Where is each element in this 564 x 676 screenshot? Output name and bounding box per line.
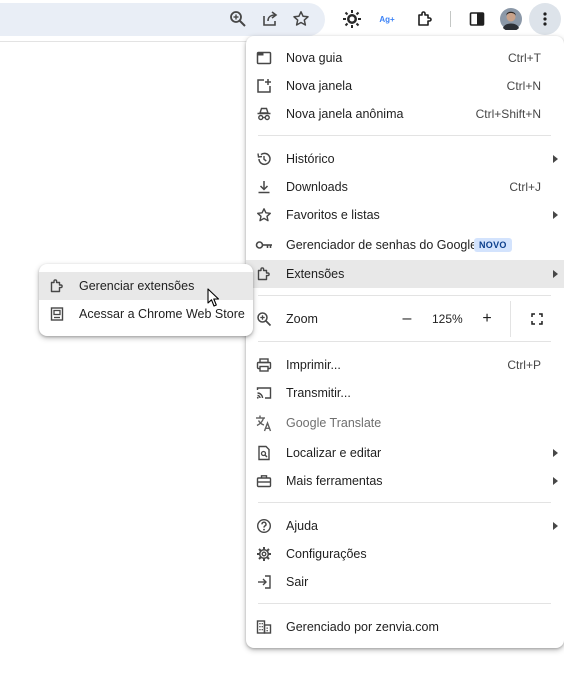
menu-label: Ajuda bbox=[286, 519, 318, 533]
menu-item-print[interactable]: Imprimir... Ctrl+P bbox=[246, 351, 564, 379]
find-in-page-icon bbox=[255, 444, 273, 462]
submenu-arrow-icon bbox=[553, 155, 558, 163]
menu-item-downloads[interactable]: Downloads Ctrl+J bbox=[246, 173, 564, 201]
menu-item-new-window[interactable]: Nova janela Ctrl+N bbox=[246, 72, 564, 100]
menu-item-more-tools[interactable]: Mais ferramentas bbox=[246, 467, 564, 495]
menu-shortcut: Ctrl+Shift+N bbox=[475, 107, 541, 121]
menu-label: Extensões bbox=[286, 267, 345, 281]
submenu-arrow-icon bbox=[553, 477, 558, 485]
new-badge: NOVO bbox=[474, 238, 512, 252]
menu-label: Sair bbox=[286, 575, 309, 589]
menu-label: Configurações bbox=[286, 547, 367, 561]
menu-shortcut: Ctrl+J bbox=[509, 180, 541, 194]
bookmark-star-icon[interactable] bbox=[289, 7, 313, 31]
menu-separator bbox=[258, 603, 551, 604]
side-panel-icon[interactable] bbox=[465, 7, 489, 31]
zoom-icon bbox=[255, 310, 273, 328]
submenu-arrow-icon bbox=[553, 449, 558, 457]
extensions-puzzle-icon bbox=[255, 265, 273, 283]
menu-separator bbox=[258, 135, 551, 136]
toolbox-icon bbox=[255, 472, 273, 490]
menu-label: Transmitir... bbox=[286, 386, 351, 400]
menu-item-bookmarks[interactable]: Favoritos e listas bbox=[246, 201, 564, 229]
menu-item-history[interactable]: Histórico bbox=[246, 145, 564, 173]
new-tab-icon bbox=[255, 49, 273, 67]
zoom-level: 125% bbox=[432, 312, 463, 326]
menu-shortcut: Ctrl+P bbox=[507, 358, 541, 372]
key-icon bbox=[255, 236, 273, 254]
history-icon bbox=[255, 150, 273, 168]
web-store-icon bbox=[48, 305, 66, 323]
menu-label: Gerenciado por zenvia.com bbox=[286, 620, 439, 634]
toolbar-divider bbox=[0, 41, 250, 42]
incognito-icon bbox=[255, 105, 273, 123]
menu-separator bbox=[258, 502, 551, 503]
cast-icon bbox=[255, 384, 273, 402]
menu-item-help[interactable]: Ajuda bbox=[246, 512, 564, 540]
star-icon bbox=[255, 206, 273, 224]
fullscreen-icon[interactable] bbox=[528, 305, 546, 333]
menu-label: Nova janela anônima bbox=[286, 107, 404, 121]
menu-item-passwords[interactable]: Gerenciador de senhas do Google NOVO bbox=[246, 231, 564, 259]
zoom-in-button[interactable]: + bbox=[475, 305, 499, 333]
extension-puzzle-icon[interactable] bbox=[340, 7, 364, 31]
help-icon bbox=[255, 517, 273, 535]
printer-icon bbox=[255, 356, 273, 374]
submenu-arrow-icon bbox=[553, 270, 558, 278]
building-icon bbox=[255, 618, 273, 636]
menu-label: Nova janela bbox=[286, 79, 353, 93]
menu-item-managed[interactable]: Gerenciado por zenvia.com bbox=[246, 613, 564, 641]
profile-avatar[interactable] bbox=[499, 7, 523, 31]
share-icon[interactable] bbox=[258, 7, 282, 31]
menu-label: Zoom bbox=[286, 312, 318, 326]
menu-shortcut: Ctrl+T bbox=[508, 51, 541, 65]
menu-item-incognito[interactable]: Nova janela anônima Ctrl+Shift+N bbox=[246, 100, 564, 128]
menu-item-settings[interactable]: Configurações bbox=[246, 540, 564, 568]
menu-separator bbox=[258, 341, 551, 342]
exit-icon bbox=[255, 573, 273, 591]
translate-icon bbox=[255, 414, 273, 432]
extensions-puzzle-icon bbox=[48, 277, 66, 295]
submenu-arrow-icon bbox=[553, 211, 558, 219]
menu-item-find-edit[interactable]: Localizar e editar bbox=[246, 439, 564, 467]
submenu-arrow-icon bbox=[553, 522, 558, 530]
menu-item-extensions[interactable]: Extensões bbox=[246, 260, 564, 288]
menu-label: Histórico bbox=[286, 152, 335, 166]
menu-label: Mais ferramentas bbox=[286, 474, 383, 488]
download-icon bbox=[255, 178, 273, 196]
kebab-menu-icon[interactable] bbox=[533, 7, 557, 31]
menu-separator bbox=[258, 295, 551, 296]
menu-label: Imprimir... bbox=[286, 358, 341, 372]
zoom-out-button[interactable]: – bbox=[395, 305, 419, 333]
menu-label: Localizar e editar bbox=[286, 446, 382, 460]
menu-label: Google Translate bbox=[286, 416, 382, 430]
menu-item-zoom: Zoom – 125% + bbox=[246, 301, 564, 337]
menu-label: Downloads bbox=[286, 180, 348, 194]
zoom-icon[interactable] bbox=[226, 7, 250, 31]
zoom-divider bbox=[510, 301, 511, 337]
mouse-cursor-icon bbox=[207, 288, 221, 313]
menu-item-google-translate: Google Translate bbox=[246, 409, 564, 437]
menu-label: Gerenciador de senhas do Google bbox=[286, 238, 478, 252]
menu-item-new-tab[interactable]: Nova guia Ctrl+T bbox=[246, 44, 564, 72]
menu-label: Favoritos e listas bbox=[286, 208, 380, 222]
new-window-icon bbox=[255, 77, 273, 95]
menu-label: Gerenciar extensões bbox=[79, 279, 195, 293]
menu-shortcut: Ctrl+N bbox=[506, 79, 541, 93]
gear-icon bbox=[255, 545, 273, 563]
extensions-icon[interactable] bbox=[413, 7, 437, 31]
menu-item-exit[interactable]: Sair bbox=[246, 568, 564, 596]
toolbar-vertical-divider bbox=[450, 11, 451, 27]
chrome-main-menu: Nova guia Ctrl+T Nova janela Ctrl+N Nova… bbox=[246, 36, 564, 648]
translate-extension-icon[interactable]: Ag+ bbox=[375, 7, 399, 31]
menu-item-cast[interactable]: Transmitir... bbox=[246, 379, 564, 407]
menu-label: Nova guia bbox=[286, 51, 343, 65]
